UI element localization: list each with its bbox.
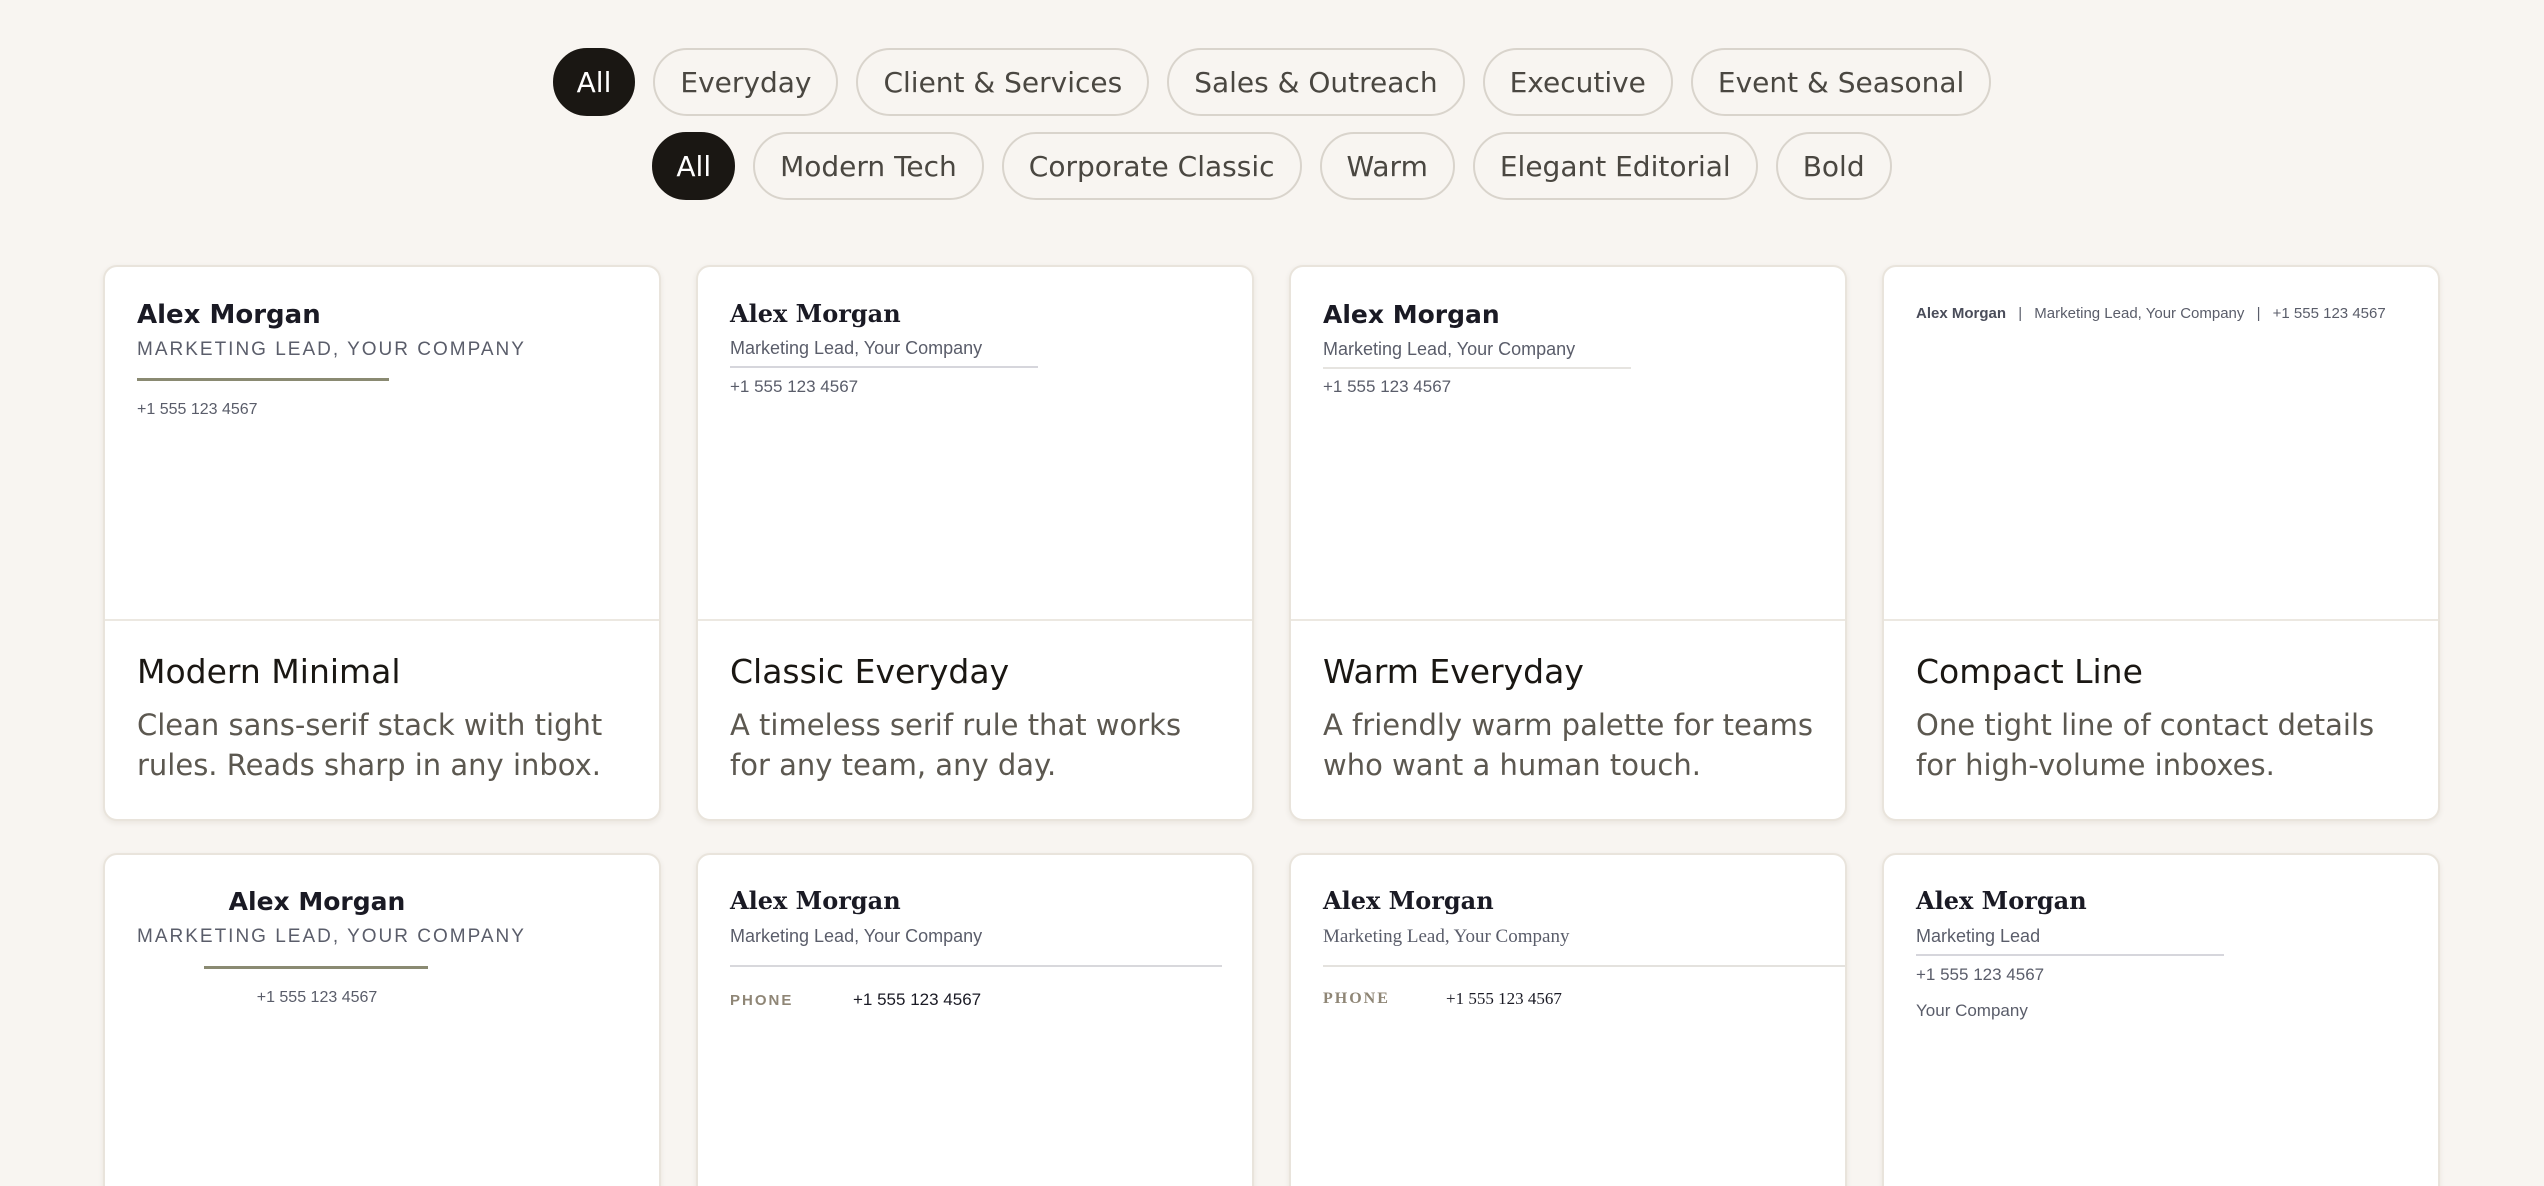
signature-preview: Alex Morgan | Marketing Lead, Your Compa… [1884, 267, 2438, 619]
signature-company: Your Company [1916, 1001, 2028, 1020]
phone-label: PHONE [730, 992, 794, 1009]
signature-preview: Alex Morgan Marketing Lead, Your Company… [698, 267, 1252, 619]
divider-rule [730, 366, 1038, 368]
template-info: Compact Line One tight line of contact d… [1884, 619, 2438, 819]
template-card-warm-everyday[interactable]: Alex Morgan Marketing Lead, Your Company… [1289, 265, 1847, 821]
template-info: Classic Everyday A timeless serif rule t… [698, 619, 1252, 819]
template-title: Modern Minimal [137, 652, 401, 691]
category-filter-bar: All Everyday Client & Services Sales & O… [0, 48, 2544, 116]
signature-role: Marketing Lead, Your Company [730, 338, 983, 358]
signature-name: Alex Morgan [137, 300, 321, 330]
template-card-editorial-serif[interactable]: Alex Morgan Marketing Lead, Your Company… [1289, 853, 1847, 1186]
filter-style-bold[interactable]: Bold [1775, 132, 1892, 200]
filter-style-modern-tech[interactable]: Modern Tech [753, 132, 984, 200]
signature-role: MARKETING LEAD, YOUR COMPANY [137, 926, 526, 947]
signature-name: Alex Morgan [1323, 886, 1494, 915]
template-description: A timeless serif rule that works for any… [730, 708, 1182, 782]
signature-role: MARKETING LEAD, YOUR COMPANY [137, 339, 526, 360]
filter-category-event-seasonal[interactable]: Event & Seasonal [1690, 48, 1992, 116]
template-description: Clean sans-serif stack with tight rules.… [137, 708, 603, 782]
template-title: Warm Everyday [1323, 652, 1584, 691]
divider-rule [730, 965, 1222, 967]
signature-compact-line: Alex Morgan | Marketing Lead, Your Compa… [1916, 305, 2386, 322]
filter-style-warm[interactable]: Warm [1319, 132, 1455, 200]
signature-preview: Alex Morgan MARKETING LEAD, YOUR COMPANY… [105, 855, 659, 1186]
template-description: One tight line of contact details for hi… [1916, 708, 2375, 782]
signature-role: Marketing Lead, Your Company [1323, 926, 1570, 947]
template-card-modern-minimal[interactable]: Alex Morgan MARKETING LEAD, YOUR COMPANY… [103, 265, 661, 821]
signature-role: Marketing Lead, Your Company [2034, 305, 2245, 322]
divider-rule [1916, 954, 2224, 956]
phone-label: PHONE [1323, 990, 1390, 1007]
accent-rule [204, 966, 428, 969]
template-card-centered[interactable]: Alex Morgan MARKETING LEAD, YOUR COMPANY… [103, 853, 661, 1186]
signature-name: Alex Morgan [1916, 305, 2007, 322]
separator: | [2018, 305, 2023, 322]
signature-phone: +1 555 123 4567 [256, 989, 378, 1006]
signature-name: Alex Morgan [1916, 886, 2087, 915]
signature-phone: +1 555 123 4567 [1323, 377, 1452, 396]
filter-style-all[interactable]: All [652, 132, 736, 200]
filter-category-everyday[interactable]: Everyday [653, 48, 839, 116]
signature-name: Alex Morgan [730, 886, 901, 915]
signature-name: Alex Morgan [228, 887, 406, 916]
separator: | [2256, 305, 2261, 322]
template-card-labeled-serif[interactable]: Alex Morgan Marketing Lead, Your Company… [696, 853, 1254, 1186]
signature-phone: +1 555 123 4567 [1446, 989, 1562, 1008]
filter-category-client-services[interactable]: Client & Services [856, 48, 1150, 116]
filter-style-elegant-editorial[interactable]: Elegant Editorial [1472, 132, 1758, 200]
template-card-split-lines[interactable]: Alex Morgan Marketing Lead +1 555 123 45… [1882, 853, 2440, 1186]
template-title: Classic Everyday [730, 652, 1010, 691]
signature-name: Alex Morgan [1323, 300, 1500, 329]
filter-style-corporate-classic[interactable]: Corporate Classic [1001, 132, 1302, 200]
signature-preview: Alex Morgan Marketing Lead, Your Company… [1291, 855, 1845, 1186]
signature-phone: +1 555 123 4567 [137, 401, 258, 418]
signature-role: Marketing Lead, Your Company [730, 926, 983, 946]
signature-phone: +1 555 123 4567 [2272, 305, 2386, 322]
template-card-classic-everyday[interactable]: Alex Morgan Marketing Lead, Your Company… [696, 265, 1254, 821]
signature-name: Alex Morgan [730, 299, 901, 328]
filter-category-executive[interactable]: Executive [1482, 48, 1673, 116]
signature-phone: +1 555 123 4567 [1916, 965, 2045, 984]
signature-phone: +1 555 123 4567 [730, 377, 859, 396]
filter-category-all[interactable]: All [552, 48, 636, 116]
filter-category-sales-outreach[interactable]: Sales & Outreach [1167, 48, 1465, 116]
signature-phone: +1 555 123 4567 [853, 990, 982, 1009]
template-card-compact-line[interactable]: Alex Morgan | Marketing Lead, Your Compa… [1882, 265, 2440, 821]
signature-preview: Alex Morgan Marketing Lead, Your Company… [1291, 267, 1845, 619]
template-description: A friendly warm palette for teams who wa… [1323, 708, 1813, 782]
template-info: Warm Everyday A friendly warm palette fo… [1291, 619, 1845, 819]
divider-rule [1323, 367, 1631, 369]
template-title: Compact Line [1916, 652, 2143, 691]
signature-role: Marketing Lead, Your Company [1323, 339, 1576, 359]
template-info: Modern Minimal Clean sans-serif stack wi… [105, 619, 659, 819]
signature-preview: Alex Morgan Marketing Lead +1 555 123 45… [1884, 855, 2438, 1186]
accent-rule [137, 378, 389, 381]
signature-role: Marketing Lead [1916, 926, 2041, 946]
signature-preview: Alex Morgan MARKETING LEAD, YOUR COMPANY… [105, 267, 659, 619]
signature-preview: Alex Morgan Marketing Lead, Your Company… [698, 855, 1252, 1186]
style-filter-bar: All Modern Tech Corporate Classic Warm E… [0, 132, 2544, 200]
divider-rule [1323, 965, 1845, 967]
